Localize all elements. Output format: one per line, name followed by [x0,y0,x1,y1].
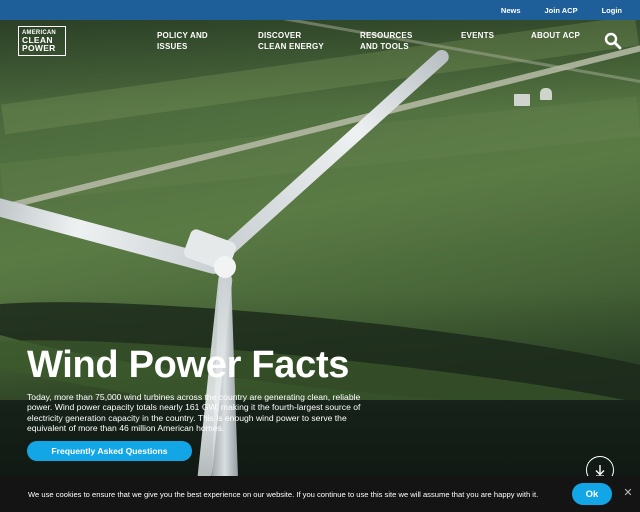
topbar-link-login[interactable]: Login [602,6,622,15]
nav-label: ABOUT ACP [531,31,581,40]
nav-item-resources[interactable]: RESOURCES AND TOOLS [360,31,412,53]
hero-background [0,20,640,512]
cookie-banner: We use cookies to ensure that we give yo… [0,476,640,512]
topbar-link-news[interactable]: News [501,6,521,15]
nav-label: EVENTS [461,31,495,40]
main-nav: POLICY AND ISSUES DISCOVER CLEAN ENERGY … [0,30,640,60]
page-title: Wind Power Facts [27,344,350,386]
nav-label: ISSUES [157,41,188,51]
topbar-link-join[interactable]: Join ACP [545,6,578,15]
search-icon[interactable] [604,32,622,50]
nav-item-discover[interactable]: DISCOVER CLEAN ENERGY [258,31,324,53]
nav-label: AND TOOLS [360,41,409,51]
nav-item-about[interactable]: ABOUT ACP [531,31,580,42]
nav-label: DISCOVER [258,31,302,40]
turbine-hub [214,256,236,278]
nav-item-events[interactable]: EVENTS [461,31,494,42]
farm-building [514,94,530,106]
close-icon[interactable]: ✕ [622,487,634,499]
utility-bar: News Join ACP Login [0,0,640,20]
cookie-ok-button[interactable]: Ok [572,483,612,505]
nav-label: POLICY AND [157,31,208,40]
nav-label: RESOURCES [360,31,413,40]
farm-silo [540,88,552,100]
search-icon-svg [604,32,622,50]
cookie-text: We use cookies to ensure that we give yo… [28,490,539,499]
arrow-down-icon [595,465,605,477]
nav-item-policy[interactable]: POLICY AND ISSUES [157,31,208,53]
faq-button[interactable]: Frequently Asked Questions [27,441,192,461]
nav-label: CLEAN ENERGY [258,41,324,51]
hero-description: Today, more than 75,000 wind turbines ac… [27,392,361,433]
